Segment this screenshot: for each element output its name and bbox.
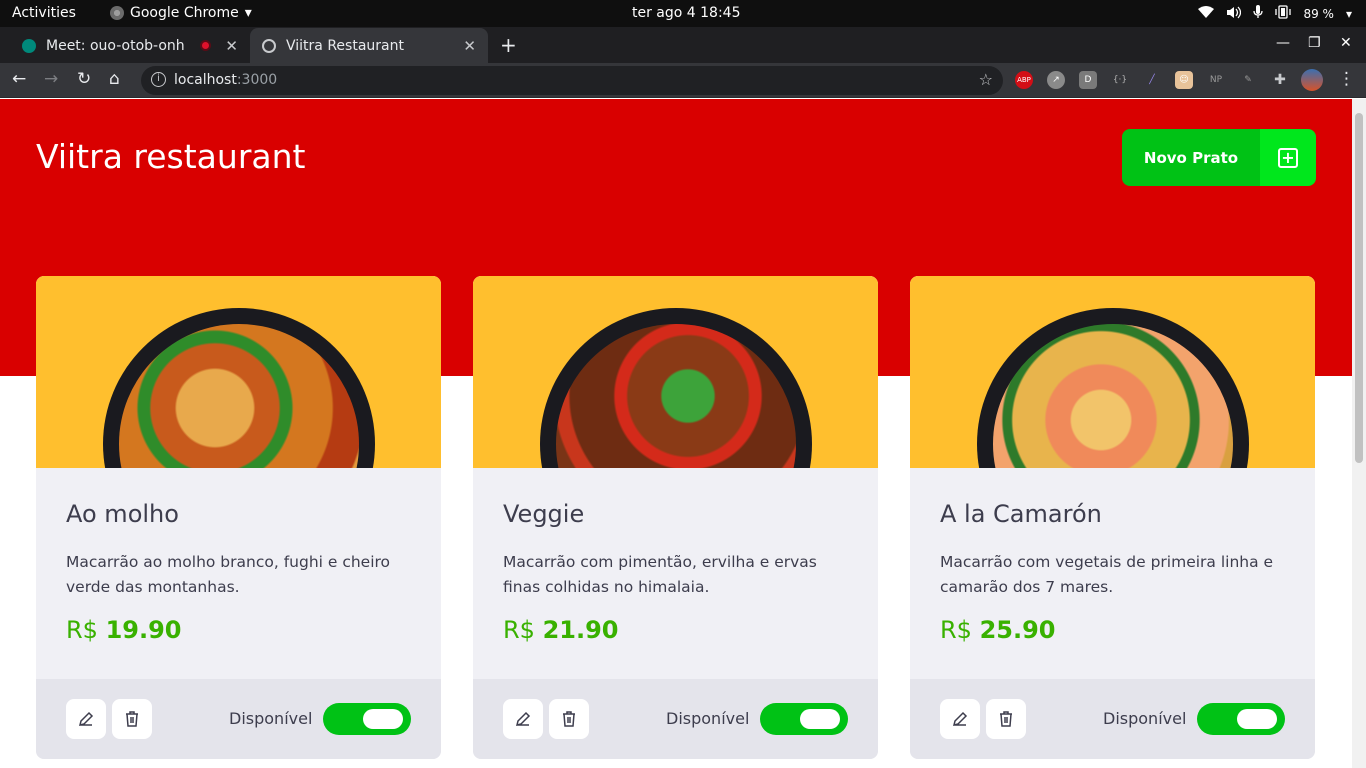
page-scrollbar[interactable] — [1352, 99, 1366, 768]
dish-description: Macarrão ao molho branco, fughi e cheiro… — [66, 553, 391, 596]
new-tab-button[interactable]: + — [500, 33, 517, 57]
dish-card: Veggie Macarrão com pimentão, ervilha e … — [473, 276, 878, 759]
browser-toolbar: ← → ↻ ⌂ i localhost:3000 ☆ ABP ↗ D {·} ╱… — [0, 63, 1366, 98]
dish-name: A la Camarón — [940, 500, 1102, 528]
dish-card-footer: Disponível — [910, 679, 1315, 759]
battery-icon — [1275, 5, 1292, 22]
restore-icon[interactable]: ❐ — [1308, 35, 1321, 51]
availability-label: Disponível — [1103, 709, 1187, 728]
scrollbar-thumb[interactable] — [1355, 113, 1363, 463]
dish-image — [473, 276, 878, 468]
dish-price: R$ 21.90 — [503, 616, 619, 644]
dish-card-footer: Disponível — [473, 679, 878, 759]
tab-meet[interactable]: Meet: ouo-otob-onh ✕ — [10, 28, 250, 63]
site-info-icon[interactable]: i — [151, 72, 166, 87]
wifi-icon — [1198, 5, 1215, 22]
address-bar[interactable]: i localhost:3000 ☆ — [141, 66, 1003, 95]
minimize-icon[interactable]: — — [1276, 35, 1290, 51]
system-top-bar: Activities Google Chrome ▾ ter ago 4 18:… — [0, 0, 1366, 27]
profile-avatar[interactable] — [1301, 69, 1323, 91]
close-tab-icon[interactable]: ✕ — [463, 37, 476, 55]
availability-toggle[interactable] — [760, 703, 848, 735]
tab-title: Viitra Restaurant — [286, 37, 404, 54]
dish-price: R$ 19.90 — [66, 616, 182, 644]
dish-card: A la Camarón Macarrão com vegetais de pr… — [910, 276, 1315, 759]
pencil-icon — [952, 711, 968, 727]
dish-image — [36, 276, 441, 468]
dish-card: Ao molho Macarrão ao molho branco, fughi… — [36, 276, 441, 759]
tab-strip: Meet: ouo-otob-onh ✕ Viitra Restaurant ✕… — [0, 27, 1366, 63]
caret-down-icon: ▾ — [244, 5, 252, 21]
availability-label: Disponível — [229, 709, 313, 728]
dish-name: Veggie — [503, 500, 585, 528]
adblock-extension-icon[interactable]: ABP — [1015, 71, 1033, 89]
dish-image — [910, 276, 1315, 468]
delete-dish-button[interactable] — [986, 699, 1026, 739]
tab-viitra-restaurant[interactable]: Viitra Restaurant ✕ — [250, 28, 488, 63]
recording-indicator-icon — [200, 40, 212, 51]
tool-extension-icon[interactable]: ✎ — [1239, 71, 1257, 89]
trash-icon — [1000, 711, 1012, 727]
activities-button[interactable]: Activities — [12, 5, 76, 21]
system-tray[interactable]: 89 % ▾ — [1198, 5, 1352, 22]
close-tab-icon[interactable]: ✕ — [225, 37, 238, 55]
app-menu[interactable]: Google Chrome ▾ — [110, 5, 252, 21]
globe-icon — [262, 38, 276, 53]
compass-extension-icon[interactable]: ↗ — [1047, 71, 1065, 89]
pencil-icon — [78, 711, 94, 727]
close-window-icon[interactable]: ✕ — [1340, 35, 1352, 51]
url-text[interactable]: localhost:3000 — [174, 72, 277, 88]
bookmark-star-icon[interactable]: ☆ — [979, 70, 993, 89]
delete-dish-button[interactable] — [549, 699, 589, 739]
pen-extension-icon[interactable]: ╱ — [1143, 71, 1161, 89]
availability-toggle[interactable] — [1197, 703, 1285, 735]
microphone-icon — [1253, 5, 1264, 22]
chrome-icon — [110, 6, 124, 20]
new-dish-button[interactable]: Novo Prato + — [1122, 129, 1316, 186]
power-menu-caret-icon: ▾ — [1345, 6, 1352, 21]
np-extension-icon[interactable]: NP — [1207, 71, 1225, 89]
dish-description: Macarrão com vegetais de primeira linha … — [940, 553, 1274, 596]
restaurant-page: Viitra restaurant Novo Prato + Ao molho … — [0, 99, 1352, 768]
dish-price: R$ 25.90 — [940, 616, 1056, 644]
pencil-icon — [515, 711, 531, 727]
puzzle-extensions-icon[interactable]: ✚ — [1271, 71, 1289, 89]
forward-icon[interactable]: → — [44, 69, 58, 89]
tab-title: Meet: ouo-otob-onh — [46, 37, 185, 54]
back-icon[interactable]: ← — [12, 69, 26, 89]
volume-icon — [1226, 6, 1242, 22]
clock[interactable]: ter ago 4 18:45 — [632, 5, 741, 21]
face-extension-icon[interactable]: ☺ — [1175, 71, 1193, 89]
trash-icon — [126, 711, 138, 727]
meet-favicon-icon — [22, 38, 36, 53]
edit-dish-button[interactable] — [940, 699, 980, 739]
new-dish-label: Novo Prato — [1122, 129, 1260, 186]
dish-card-footer: Disponível — [36, 679, 441, 759]
edit-dish-button[interactable] — [503, 699, 543, 739]
chrome-menu-icon[interactable]: ⋮ — [1338, 69, 1355, 89]
d-extension-icon[interactable]: D — [1079, 71, 1097, 89]
delete-dish-button[interactable] — [112, 699, 152, 739]
availability-label: Disponível — [666, 709, 750, 728]
battery-percent: 89 % — [1303, 6, 1334, 21]
home-icon[interactable]: ⌂ — [109, 69, 120, 89]
edit-dish-button[interactable] — [66, 699, 106, 739]
plus-square-icon: + — [1278, 147, 1298, 168]
code-extension-icon[interactable]: {·} — [1111, 71, 1129, 89]
dish-description: Macarrão com pimentão, ervilha e ervas f… — [503, 553, 817, 596]
page-title: Viitra restaurant — [36, 137, 306, 176]
trash-icon — [563, 711, 575, 727]
availability-toggle[interactable] — [323, 703, 411, 735]
app-menu-label: Google Chrome — [130, 5, 239, 21]
reload-icon[interactable]: ↻ — [77, 69, 91, 89]
dish-name: Ao molho — [66, 500, 179, 528]
